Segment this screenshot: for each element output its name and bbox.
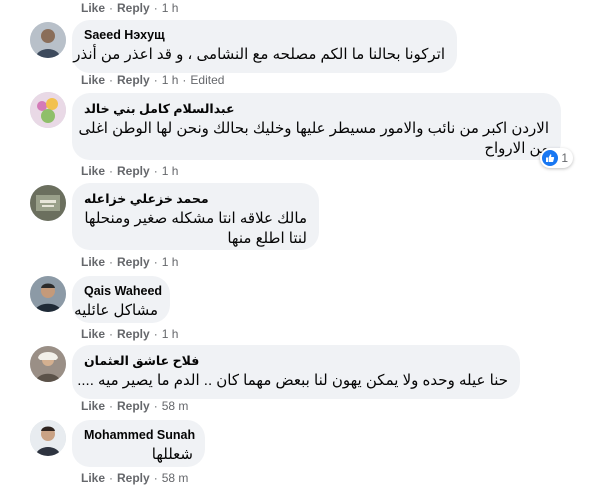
- comment-actions: Like · Reply · 58 m: [81, 471, 188, 485]
- comment-actions: Like · Reply · 1 h: [81, 164, 178, 178]
- avatar-image: [30, 276, 66, 312]
- reply-link[interactable]: Reply: [117, 1, 150, 15]
- avatar-image: [30, 346, 66, 382]
- separator-dot: ·: [153, 255, 158, 269]
- avatar[interactable]: [30, 22, 66, 58]
- comment-timestamp[interactable]: 1 h: [162, 164, 179, 178]
- comment-author[interactable]: محمد خزعلي خزاعله: [84, 191, 307, 206]
- avatar-image: [30, 185, 66, 221]
- separator-dot: ·: [153, 164, 158, 178]
- comment-author[interactable]: Mohammed Sunah: [84, 428, 195, 442]
- comment-timestamp[interactable]: 1 h: [162, 327, 179, 341]
- reply-link[interactable]: Reply: [117, 255, 150, 269]
- reply-link[interactable]: Reply: [117, 399, 150, 413]
- like-icon: [542, 150, 559, 166]
- comment-bubble: Mohammed Sunah شعللها: [72, 420, 205, 467]
- avatar[interactable]: [30, 346, 66, 382]
- avatar-image: [30, 22, 66, 58]
- avatar[interactable]: [30, 276, 66, 312]
- comment-author[interactable]: Qais Waheed: [84, 284, 162, 298]
- comment-thread: Like · Reply · 1 h Saeed Нэхущ اتركونا ب…: [0, 0, 601, 491]
- separator-dot: ·: [182, 73, 187, 87]
- avatar-image: [30, 92, 66, 128]
- comment-text: حنا عيله وحده ولا يمكن يهون لنا ببعض مهم…: [77, 372, 508, 389]
- separator-dot: ·: [109, 164, 114, 178]
- edited-label[interactable]: Edited: [190, 73, 224, 87]
- comment-timestamp[interactable]: 1 h: [162, 255, 179, 269]
- separator-dot: ·: [109, 1, 114, 15]
- comment-bubble: عبدالسلام كامل بني خالد الاردن اكبر من ن…: [72, 93, 573, 168]
- comment-bubble: Saeed Нэхущ اتركونا بحالنا ما الكم مصلحه…: [72, 20, 457, 73]
- avatar-image: [30, 420, 66, 456]
- comment-actions: Like · Reply · 1 h: [81, 327, 178, 341]
- comment-text: شعللها: [151, 446, 193, 463]
- comment-text-line: من الارواح: [484, 140, 549, 157]
- separator-dot: ·: [109, 471, 114, 485]
- like-link[interactable]: Like: [81, 1, 105, 15]
- comment-timestamp[interactable]: 1 h: [162, 73, 179, 87]
- avatar[interactable]: [30, 92, 66, 128]
- comment-text-line: لنتا اطلع منها: [227, 230, 307, 247]
- separator-dot: ·: [153, 471, 158, 485]
- comment-timestamp[interactable]: 58 m: [162, 399, 189, 413]
- reply-link[interactable]: Reply: [117, 164, 150, 178]
- comment-timestamp[interactable]: 1 h: [162, 1, 179, 15]
- separator-dot: ·: [153, 399, 158, 413]
- comment-text-line: مالك علاقه انتا مشكله صغير ومنحلها: [84, 210, 307, 227]
- comment-bubble: فلاح عاشق العثمان حنا عيله وحده ولا يمكن…: [72, 345, 520, 399]
- separator-dot: ·: [153, 327, 158, 341]
- reaction-count: 1: [561, 151, 568, 165]
- comment-text-line: الاردن اكبر من نائب والامور مسيطر عليها …: [78, 120, 549, 137]
- reply-link[interactable]: Reply: [117, 327, 150, 341]
- comment-bubble: Qais Waheed مشاكل عائليه: [72, 276, 170, 323]
- like-link[interactable]: Like: [81, 399, 105, 413]
- reply-link[interactable]: Reply: [117, 73, 150, 87]
- reply-link[interactable]: Reply: [117, 471, 150, 485]
- separator-dot: ·: [109, 255, 114, 269]
- separator-dot: ·: [153, 1, 158, 15]
- like-link[interactable]: Like: [81, 164, 105, 178]
- comment-author[interactable]: Saeed Нэхущ: [84, 28, 445, 42]
- like-link[interactable]: Like: [81, 327, 105, 341]
- comment-author[interactable]: فلاح عاشق العثمان: [84, 353, 508, 368]
- comment-actions: Like · Reply · 1 h · Edited: [81, 73, 224, 87]
- like-link[interactable]: Like: [81, 73, 105, 87]
- separator-dot: ·: [109, 327, 114, 341]
- avatar[interactable]: [30, 185, 66, 221]
- comment-actions: Like · Reply · 1 h: [81, 1, 178, 15]
- reaction-summary[interactable]: 1: [540, 148, 573, 168]
- like-link[interactable]: Like: [81, 471, 105, 485]
- comment-text: مشاكل عائليه: [74, 302, 158, 319]
- separator-dot: ·: [109, 73, 114, 87]
- separator-dot: ·: [109, 399, 114, 413]
- comment-actions: Like · Reply · 1 h: [81, 255, 178, 269]
- comment-timestamp[interactable]: 58 m: [162, 471, 189, 485]
- comment-text: اتركونا بحالنا ما الكم مصلحه مع النشامى …: [73, 46, 445, 63]
- comment-actions: Like · Reply · 58 m: [81, 399, 188, 413]
- comment-author[interactable]: عبدالسلام كامل بني خالد: [84, 101, 549, 116]
- comment-bubble: محمد خزعلي خزاعله مالك علاقه انتا مشكله …: [72, 183, 319, 250]
- like-link[interactable]: Like: [81, 255, 105, 269]
- avatar[interactable]: [30, 420, 66, 456]
- separator-dot: ·: [153, 73, 158, 87]
